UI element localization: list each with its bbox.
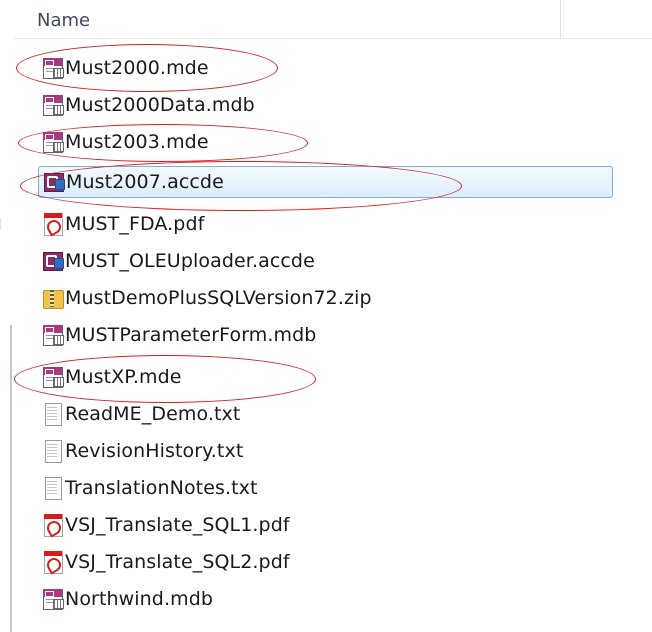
file-name: ReadME_Demo.txt — [65, 403, 241, 425]
file-row-mustxp-mde[interactable]: MustXP.mde — [38, 361, 613, 393]
pdf-icon — [41, 513, 64, 538]
column-resize-handle[interactable] — [560, 0, 561, 38]
file-row-must-oleuploader-accde[interactable]: MUST_OLEUploader.accde — [38, 245, 613, 277]
file-name: VSJ_Translate_SQL2.pdf — [65, 551, 290, 573]
text-file-icon — [41, 439, 63, 463]
file-row-vsj-translate-sql2-pdf[interactable]: VSJ_Translate_SQL2.pdf — [38, 546, 613, 578]
file-row-revisionhistory-txt[interactable]: RevisionHistory.txt — [38, 435, 613, 467]
access-database-icon — [41, 323, 64, 347]
name-column-header[interactable]: Name — [37, 10, 90, 31]
file-row-must2000data-mdb[interactable]: Must2000Data.mdb — [38, 89, 613, 121]
text-file-icon — [41, 402, 63, 426]
file-name: Must2000Data.mdb — [65, 94, 255, 116]
file-name: Must2007.accde — [66, 171, 224, 193]
file-row-must2007-accde[interactable]: Must2007.accde — [38, 166, 613, 198]
left-pane-divider — [0, 218, 1, 230]
file-row-mustdemoplussqlversion72-zip[interactable]: MustDemoPlusSQLVersion72.zip — [38, 282, 613, 314]
file-row-vsj-translate-sql1-pdf[interactable]: VSJ_Translate_SQL1.pdf — [38, 509, 613, 541]
file-name: Must2000.mde — [65, 57, 209, 79]
file-name: MustDemoPlusSQLVersion72.zip — [65, 287, 372, 309]
file-row-readme-demo-txt[interactable]: ReadME_Demo.txt — [38, 398, 613, 430]
file-row-must2003-mde[interactable]: Must2003.mde — [38, 126, 613, 158]
access-database-icon — [41, 56, 64, 80]
file-name: TranslationNotes.txt — [65, 477, 258, 499]
file-row-translationnotes-txt[interactable]: TranslationNotes.txt — [38, 472, 613, 504]
zip-icon — [41, 286, 64, 310]
file-name: MUST_FDA.pdf — [65, 213, 205, 235]
access-database-icon — [41, 93, 64, 117]
file-name: MUST_OLEUploader.accde — [65, 250, 315, 272]
file-name: Northwind.mdb — [65, 588, 214, 610]
column-divider — [563, 0, 564, 38]
file-row-must2000-mde[interactable]: Must2000.mde — [38, 52, 613, 84]
left-pane-scrollbar[interactable] — [10, 325, 12, 632]
access-database-icon — [41, 130, 64, 154]
access-accde-icon — [41, 249, 64, 273]
file-name: VSJ_Translate_SQL1.pdf — [65, 514, 290, 536]
file-row-must-fda-pdf[interactable]: MUST_FDA.pdf — [38, 208, 613, 240]
access-database-icon — [41, 365, 64, 389]
column-header-row: Name — [14, 0, 652, 39]
text-file-icon — [41, 476, 63, 500]
access-database-icon — [41, 587, 64, 611]
file-name: RevisionHistory.txt — [65, 440, 244, 462]
file-row-mustparameterform-mdb[interactable]: MUSTParameterForm.mdb — [38, 319, 613, 351]
pdf-icon — [41, 212, 64, 237]
file-name: Must2003.mde — [65, 131, 209, 153]
file-name: MUSTParameterForm.mdb — [65, 324, 317, 346]
pdf-icon — [41, 550, 64, 575]
file-name: MustXP.mde — [65, 366, 182, 388]
file-row-northwind-mdb[interactable]: Northwind.mdb — [38, 583, 613, 615]
access-accde-icon — [42, 170, 65, 194]
